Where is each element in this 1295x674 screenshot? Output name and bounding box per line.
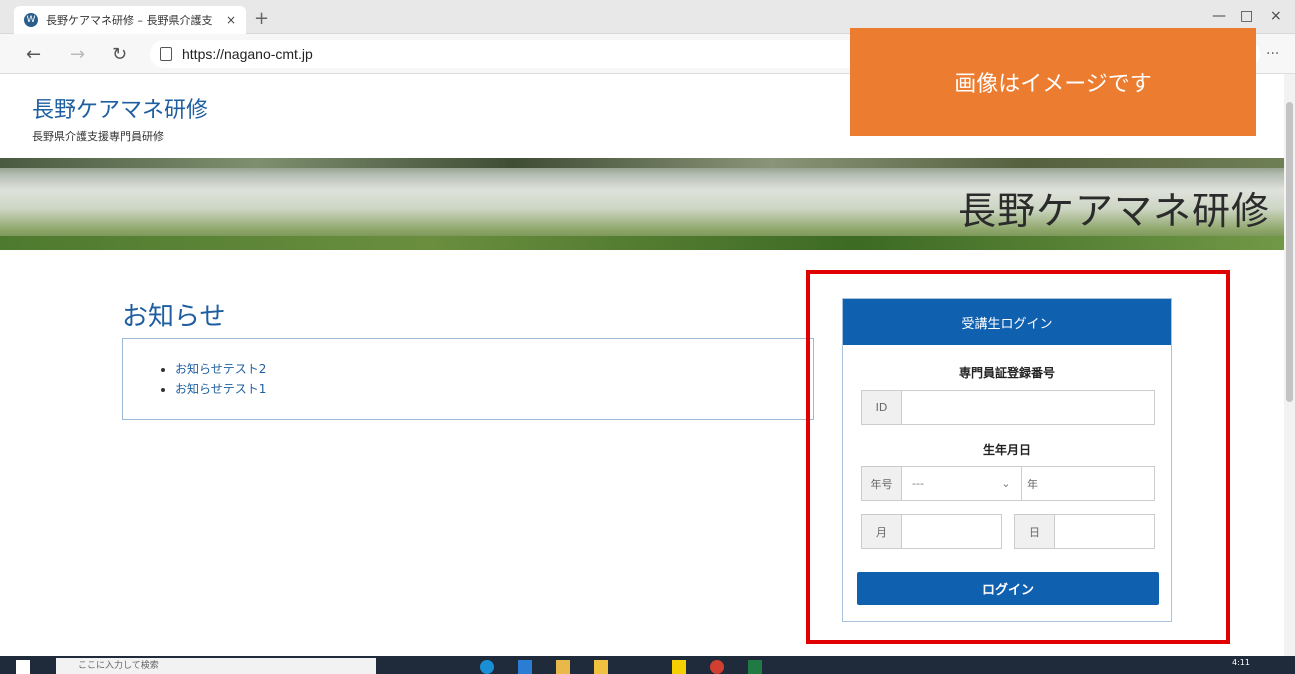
id-input[interactable] <box>902 391 1154 424</box>
browser-tab[interactable]: W 長野ケアマネ研修 – 長野県介護支 × <box>14 6 246 34</box>
month-prefix: 月 <box>862 515 902 548</box>
more-menu-button[interactable]: ··· <box>1266 46 1279 62</box>
notice-banner: 画像はイメージです <box>850 28 1256 136</box>
day-group: 日 <box>1014 514 1155 549</box>
folder-icon[interactable] <box>594 660 608 674</box>
day-input[interactable] <box>1055 515 1154 548</box>
era-year-group: 年号 --- ⌄ 年 <box>861 466 1155 501</box>
lock-icon <box>160 47 172 61</box>
era-select[interactable]: --- ⌄ <box>902 467 1022 500</box>
word-icon[interactable] <box>518 660 532 674</box>
tab-close-icon[interactable]: × <box>226 13 236 27</box>
forward-button[interactable]: → <box>70 44 85 65</box>
news-item[interactable]: お知らせテスト2 <box>175 359 813 379</box>
news-item[interactable]: お知らせテスト1 <box>175 379 813 399</box>
hero-field <box>0 236 1284 250</box>
page-content: 長野ケアマネ研修 長野県介護支援専門員研修 長野ケアマネ研修 お知らせ お知らせ… <box>0 28 1284 656</box>
chevron-down-icon: ⌄ <box>1001 477 1011 490</box>
hero-treeline <box>0 158 1284 168</box>
hero-title: 長野ケアマネ研修 <box>957 189 1270 233</box>
era-prefix: 年号 <box>862 467 902 500</box>
day-prefix: 日 <box>1015 515 1055 548</box>
tab-title: 長野ケアマネ研修 – 長野県介護支 <box>46 14 213 27</box>
app-icon[interactable] <box>556 660 570 674</box>
taskbar-search[interactable]: ここに入力して検索 <box>56 658 376 674</box>
windows-start-icon[interactable] <box>16 660 30 674</box>
login-header: 受講生ログイン <box>843 299 1171 345</box>
id-prefix: ID <box>862 391 902 424</box>
page-scrollbar[interactable] <box>1284 74 1295 656</box>
dob-section-label: 生年月日 <box>982 443 1031 457</box>
chrome-icon[interactable] <box>710 660 724 674</box>
new-tab-button[interactable]: + <box>254 8 269 29</box>
month-group: 月 <box>861 514 1002 549</box>
taskbar: ここに入力して検索 4:11 <box>0 656 1295 674</box>
excel-icon[interactable] <box>748 660 762 674</box>
taskbar-clock: 4:11 <box>1232 658 1250 667</box>
sticky-notes-icon[interactable] <box>672 660 686 674</box>
id-section-label: 専門員証登録番号 <box>958 366 1055 380</box>
url-text: https://nagano-cmt.jp <box>182 46 313 62</box>
edge-icon[interactable] <box>480 660 494 674</box>
hero-banner: 長野ケアマネ研修 <box>0 158 1284 250</box>
news-list: お知らせテスト2 お知らせテスト1 <box>122 338 814 420</box>
scrollbar-thumb[interactable] <box>1286 102 1293 402</box>
close-window-button[interactable]: × <box>1270 8 1282 24</box>
site-subtitle: 長野県介護支援専門員研修 <box>32 130 164 143</box>
login-button[interactable]: ログイン <box>857 572 1159 605</box>
site-title[interactable]: 長野ケアマネ研修 <box>32 92 208 124</box>
back-button[interactable]: ← <box>26 44 41 65</box>
era-select-value: --- <box>912 477 924 490</box>
month-input[interactable] <box>902 515 1001 548</box>
browser-window: { "browser": { "tab_title": "長野ケアマネ研修 – … <box>0 0 1295 674</box>
year-input[interactable] <box>1043 467 1154 500</box>
news-heading: お知らせ <box>122 302 226 332</box>
id-input-group: ID <box>861 390 1155 425</box>
login-panel: 受講生ログイン 専門員証登録番号 ID 生年月日 年号 --- ⌄ 年 月 日 … <box>842 298 1172 622</box>
year-suffix: 年 <box>1021 467 1044 500</box>
wordpress-icon: W <box>24 13 38 27</box>
maximize-button[interactable]: □ <box>1240 8 1253 24</box>
minimize-button[interactable]: — <box>1212 8 1226 24</box>
reload-button[interactable]: ↻ <box>112 44 127 65</box>
